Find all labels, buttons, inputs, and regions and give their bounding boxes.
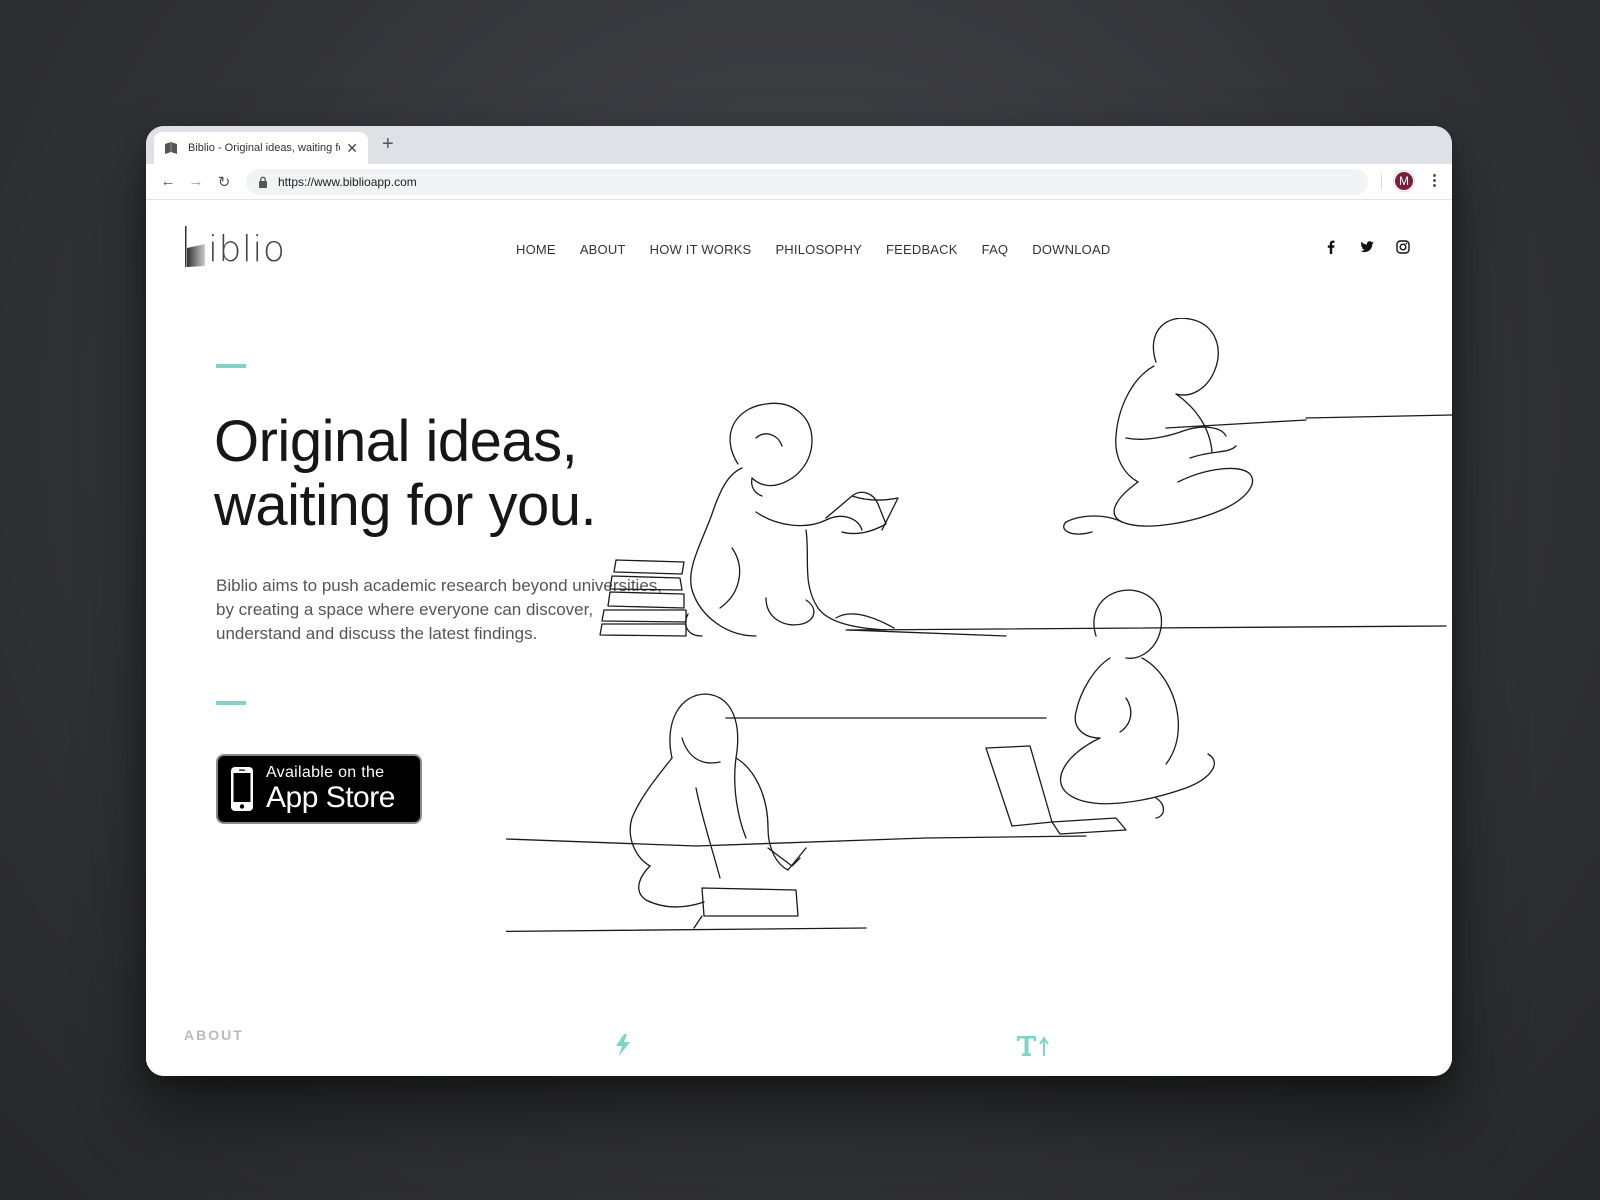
about-section-label: ABOUT — [184, 1027, 244, 1043]
menu-dots-icon[interactable] — [1428, 172, 1440, 192]
browser-window: Biblio - Original ideas, waiting for you… — [146, 126, 1452, 1076]
accent-bar-bottom — [216, 701, 246, 705]
browser-toolbar: ← → ↻ https://www.biblioapp.com M — [146, 164, 1452, 200]
accent-bar-top — [216, 364, 246, 368]
logo-text: iblio — [208, 229, 286, 270]
reading-people-illustration — [506, 318, 1452, 933]
reload-icon[interactable]: ↻ — [210, 173, 238, 191]
iphone-icon — [231, 767, 253, 811]
boy-with-laptop — [985, 589, 1215, 835]
profile-avatar[interactable]: M — [1394, 171, 1414, 191]
back-arrow-icon[interactable]: ← — [154, 173, 182, 190]
book-stack — [599, 559, 687, 637]
url-text: https://www.biblioapp.com — [278, 175, 417, 189]
app-store-small-text: Available on the — [266, 764, 385, 781]
twitter-icon[interactable] — [1360, 240, 1374, 254]
text-size-icon — [1017, 1036, 1049, 1056]
close-tab-icon[interactable]: ✕ — [346, 141, 358, 155]
main-nav: HOME ABOUT HOW IT WORKS PHILOSOPHY FEEDB… — [516, 242, 1110, 257]
forward-arrow-icon[interactable]: → — [182, 173, 210, 190]
lock-icon — [259, 176, 267, 188]
favicon-icon — [165, 142, 177, 154]
girl-writing — [629, 693, 807, 929]
nav-about[interactable]: ABOUT — [580, 242, 626, 257]
facebook-icon[interactable] — [1324, 240, 1338, 254]
app-store-big-text: App Store — [266, 781, 395, 814]
woman-sitting — [1063, 318, 1254, 535]
nav-philosophy[interactable]: PHILOSOPHY — [775, 242, 862, 257]
web-page: iblio HOME ABOUT HOW IT WORKS PHILOSOPHY… — [146, 200, 1452, 1076]
nav-faq[interactable]: FAQ — [982, 242, 1009, 257]
nav-how-it-works[interactable]: HOW IT WORKS — [650, 242, 752, 257]
boy-reading — [685, 402, 899, 637]
social-links — [1324, 240, 1410, 254]
address-bar[interactable]: https://www.biblioapp.com — [246, 169, 1368, 195]
browser-tab[interactable]: Biblio - Original ideas, waiting for you… — [154, 132, 368, 164]
tab-bar: Biblio - Original ideas, waiting for you… — [146, 126, 1452, 164]
lightning-icon — [616, 1034, 630, 1056]
toolbar-divider — [1381, 174, 1382, 190]
app-store-label: Available on the App Store — [266, 764, 395, 814]
book-logo-icon — [185, 226, 205, 267]
app-store-button[interactable]: Available on the App Store — [216, 754, 422, 824]
nav-home[interactable]: HOME — [516, 242, 556, 257]
site-logo[interactable]: iblio — [184, 222, 285, 268]
nav-feedback[interactable]: FEEDBACK — [886, 242, 958, 257]
instagram-icon[interactable] — [1396, 240, 1410, 254]
tab-title: Biblio - Original ideas, waiting for you… — [188, 142, 340, 154]
new-tab-button[interactable]: + — [382, 134, 394, 154]
nav-download[interactable]: DOWNLOAD — [1032, 242, 1110, 257]
